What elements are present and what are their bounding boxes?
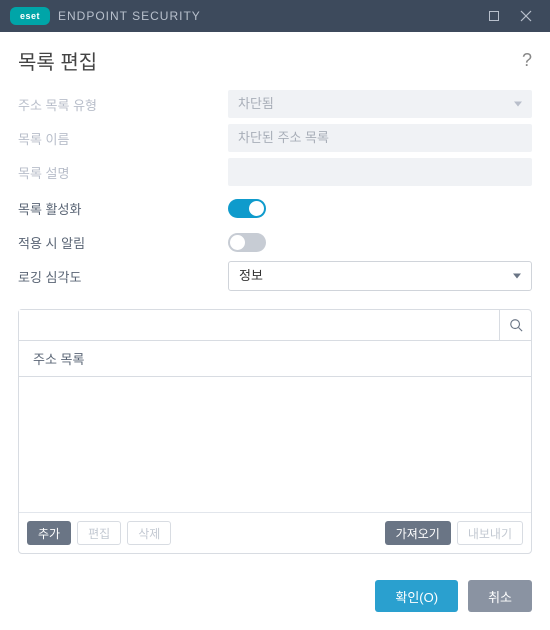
severity-select[interactable]: 정보 <box>228 261 532 291</box>
field-label-desc: 목록 설명 <box>18 163 228 182</box>
list-column-header: 주소 목록 <box>19 341 531 377</box>
activate-toggle[interactable] <box>228 199 266 218</box>
list-body <box>19 377 531 512</box>
delete-button: 삭제 <box>127 521 171 545</box>
maximize-button[interactable] <box>478 0 510 32</box>
field-label-name: 목록 이름 <box>18 129 228 148</box>
add-button[interactable]: 추가 <box>27 521 71 545</box>
import-button[interactable]: 가져오기 <box>385 521 451 545</box>
field-label-notify: 적용 시 알림 <box>18 233 228 252</box>
notify-toggle[interactable] <box>228 233 266 252</box>
page-title: 목록 편집 <box>18 46 97 75</box>
export-button: 내보내기 <box>457 521 523 545</box>
name-field: 차단된 주소 목록 <box>228 124 532 152</box>
desc-field <box>228 158 532 186</box>
field-label-severity: 로깅 심각도 <box>18 267 228 286</box>
field-label-type: 주소 목록 유형 <box>18 95 228 114</box>
search-input[interactable] <box>19 310 499 340</box>
field-label-activate: 목록 활성화 <box>18 199 228 218</box>
app-title: ENDPOINT SECURITY <box>58 9 201 23</box>
close-button[interactable] <box>510 0 542 32</box>
edit-button: 편집 <box>77 521 121 545</box>
ok-button[interactable]: 확인(O) <box>375 580 458 612</box>
search-button[interactable] <box>499 310 531 340</box>
help-icon[interactable]: ? <box>522 50 532 71</box>
type-select: 차단됨 <box>228 90 532 118</box>
logo-badge: eset <box>10 7 50 25</box>
cancel-button[interactable]: 취소 <box>468 580 532 612</box>
